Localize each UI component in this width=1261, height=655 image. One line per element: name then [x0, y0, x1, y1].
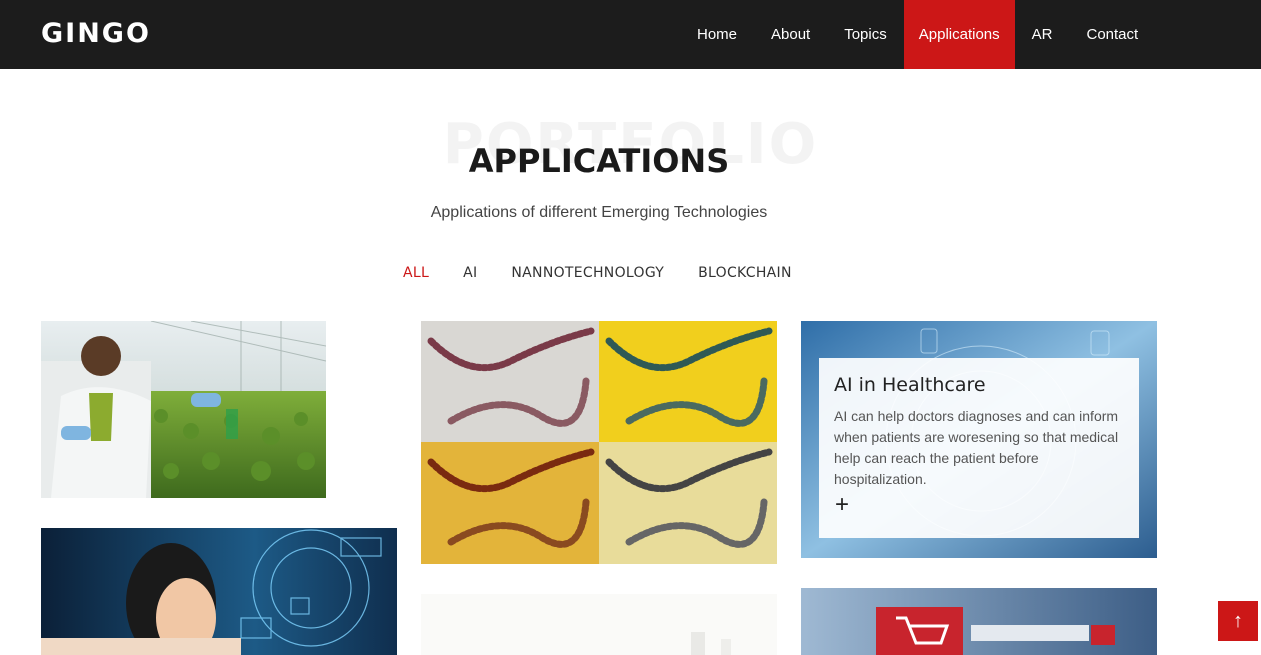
site-logo[interactable]: GINGO [41, 18, 151, 49]
portfolio-item-nanotech[interactable] [421, 321, 777, 564]
section-subtitle: Applications of different Emerging Techn… [430, 204, 768, 221]
nav-topics[interactable]: Topics [827, 0, 904, 69]
nanostructure-image [421, 321, 777, 564]
nav-about[interactable]: About [754, 0, 827, 69]
nav-contact[interactable]: Contact [1069, 0, 1155, 69]
filter-all[interactable]: ALL [403, 265, 429, 281]
overlay-title: AI in Healthcare [834, 374, 986, 396]
filter-ai[interactable]: AI [463, 265, 477, 281]
portfolio-filters: ALL AI NANNOTECHNOLOGY BLOCKCHAIN [403, 265, 826, 281]
portfolio-item-ecommerce[interactable] [801, 588, 1157, 655]
greenhouse-scientist-image [41, 321, 326, 498]
portfolio-item-greenhouse[interactable] [41, 321, 326, 498]
arrow-up-icon: ↑ [1233, 610, 1243, 632]
plus-icon[interactable]: + [835, 491, 849, 519]
site-header: GINGO Home About Topics Applications AR … [0, 0, 1261, 69]
main-nav: Home About Topics Applications AR Contac… [680, 0, 1155, 69]
shopping-cart-image [801, 588, 1157, 655]
overlay-description: AI can help doctors diagnoses and can in… [834, 408, 1119, 487]
child-technology-image [41, 528, 397, 655]
back-to-top-button[interactable]: ↑ [1218, 601, 1258, 641]
ai-healthcare-overlay: AI in Healthcare AI can help doctors dia… [819, 358, 1139, 538]
nav-home[interactable]: Home [680, 0, 754, 69]
filter-blockchain[interactable]: BLOCKCHAIN [698, 265, 792, 281]
section-title: APPLICATIONS [468, 142, 730, 180]
nav-ar[interactable]: AR [1015, 0, 1070, 69]
lab-equipment-image [421, 594, 777, 655]
nav-applications[interactable]: Applications [903, 0, 1015, 69]
filter-nannotechnology[interactable]: NANNOTECHNOLOGY [511, 265, 664, 281]
portfolio-item-lab[interactable] [421, 594, 777, 655]
portfolio-item-ai-child[interactable] [41, 528, 397, 655]
